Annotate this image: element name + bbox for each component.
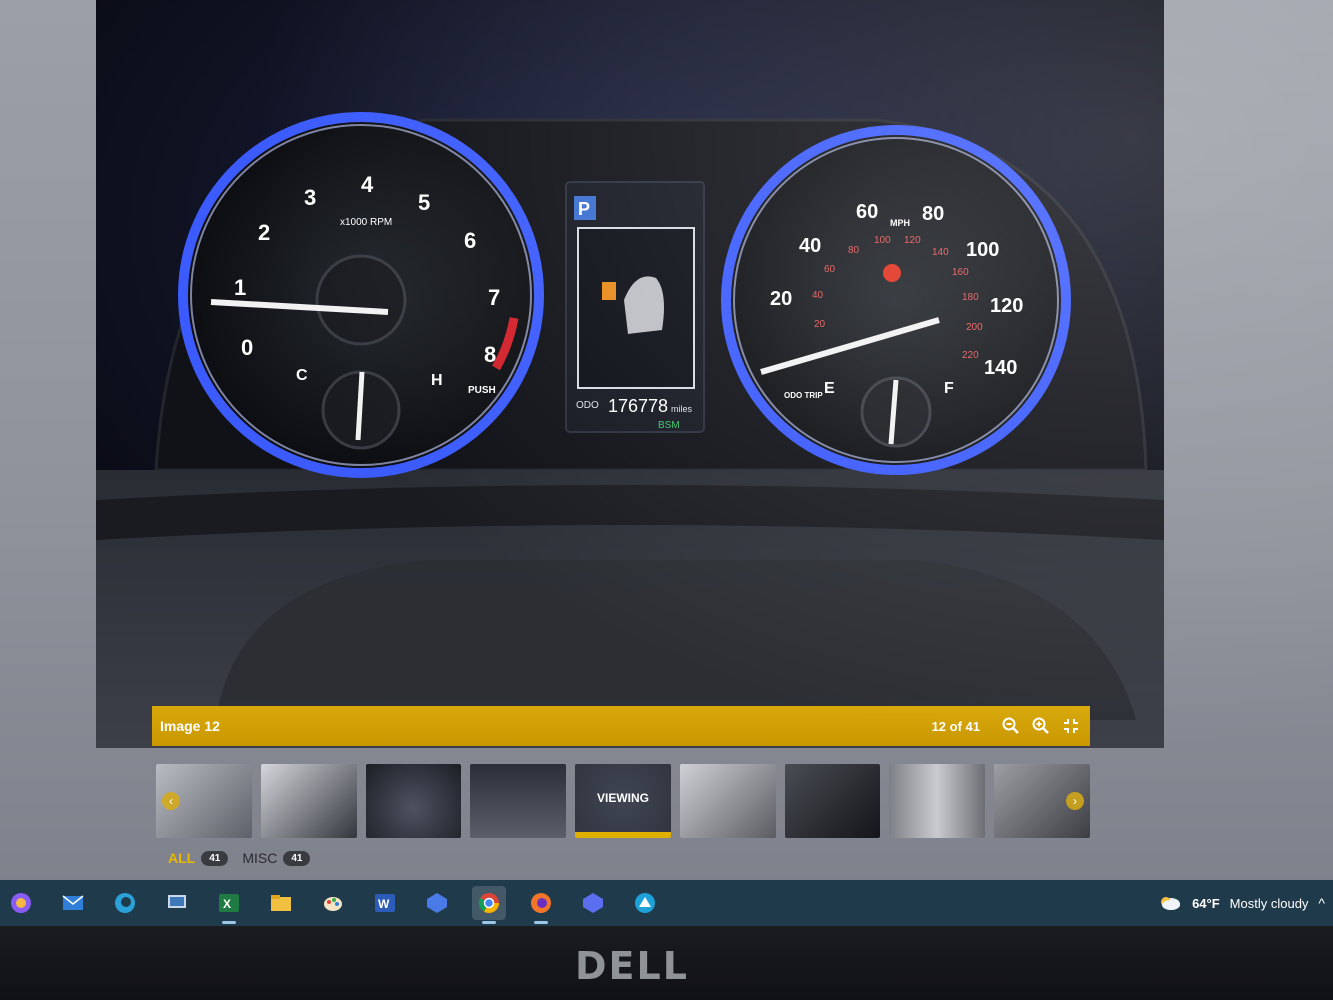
photo-filter-tabs: ALL 41 MISC 41 bbox=[168, 850, 311, 866]
multi-info-display: P ODO 176778 miles BSM bbox=[565, 181, 705, 433]
speed-number-60: 60 bbox=[856, 201, 878, 223]
fuel-empty-label: E bbox=[824, 380, 835, 397]
kmh-number-80: 80 bbox=[848, 245, 860, 256]
collapse-icon[interactable] bbox=[1060, 715, 1082, 737]
speed-number-20: 20 bbox=[770, 288, 792, 310]
speed-number-140: 140 bbox=[984, 357, 1017, 379]
viewing-label: VIEWING bbox=[575, 764, 671, 832]
tach-number-8: 8 bbox=[484, 342, 496, 367]
filter-all[interactable]: ALL 41 bbox=[168, 850, 229, 866]
firefox-icon[interactable] bbox=[524, 886, 558, 924]
odo-label: ODO bbox=[576, 400, 599, 411]
thumbnail-strip: ‹ VIEWING › bbox=[156, 764, 1091, 840]
filter-misc[interactable]: MISC 41 bbox=[242, 850, 311, 866]
excel-icon[interactable]: X bbox=[212, 886, 246, 924]
kmh-number-220: 220 bbox=[962, 350, 979, 361]
monitor-screen: 0 1 2 3 4 5 6 7 8 x1000 RPM C H PUSH P O… bbox=[0, 0, 1333, 930]
thumbnail-seats[interactable] bbox=[784, 764, 881, 838]
tach-number-2: 2 bbox=[258, 220, 270, 245]
filter-misc-count: 41 bbox=[283, 850, 311, 866]
filter-all-count: 41 bbox=[201, 850, 229, 866]
speed-number-100: 100 bbox=[966, 239, 999, 261]
next-arrow-icon[interactable]: › bbox=[1066, 792, 1085, 810]
temp-hot-label: H bbox=[431, 372, 443, 389]
thumbnail-undercarriage[interactable] bbox=[889, 764, 986, 838]
tach-number-6: 6 bbox=[464, 228, 476, 253]
tach-number-0: 0 bbox=[241, 335, 253, 360]
speed-number-120: 120 bbox=[990, 295, 1023, 317]
fuel-full-label: F bbox=[944, 380, 954, 397]
speed-unit-label: MPH bbox=[890, 218, 910, 228]
thumbnail-door-panel[interactable] bbox=[260, 764, 357, 838]
tach-unit-label: x1000 RPM bbox=[340, 217, 392, 228]
thumbnail-rear-seat[interactable] bbox=[679, 764, 776, 838]
gear-indicator: P bbox=[578, 199, 590, 219]
app-icon-2[interactable] bbox=[576, 886, 610, 920]
kmh-number-200: 200 bbox=[966, 322, 983, 333]
app-icon[interactable] bbox=[420, 886, 454, 920]
copilot-icon[interactable] bbox=[4, 886, 38, 920]
thumbnail-instrument-cluster[interactable]: VIEWING bbox=[575, 764, 671, 838]
odo-trip-label: ODO TRIP bbox=[784, 391, 823, 400]
cloud-icon[interactable] bbox=[1158, 893, 1182, 914]
zoom-out-icon[interactable] bbox=[1000, 715, 1022, 737]
kmh-number-40: 40 bbox=[812, 290, 824, 301]
image-title: Image 12 bbox=[160, 718, 220, 734]
tach-number-5: 5 bbox=[418, 190, 430, 215]
tach-number-4: 4 bbox=[361, 172, 374, 197]
paint-icon[interactable] bbox=[316, 886, 350, 920]
filter-all-label: ALL bbox=[168, 850, 196, 866]
temp-cold-label: C bbox=[296, 367, 308, 384]
main-vehicle-photo[interactable]: 0 1 2 3 4 5 6 7 8 x1000 RPM C H PUSH P O… bbox=[96, 0, 1164, 748]
speed-number-80: 80 bbox=[922, 203, 944, 225]
filter-misc-label: MISC bbox=[242, 850, 278, 866]
kmh-number-20: 20 bbox=[814, 319, 826, 330]
svg-text:W: W bbox=[378, 897, 390, 911]
push-label: PUSH bbox=[468, 385, 496, 396]
kmh-number-100: 100 bbox=[874, 235, 891, 246]
file-explorer-icon[interactable] bbox=[264, 886, 298, 920]
windows-taskbar: X W 64°F Mostly cloudy ^ bbox=[0, 880, 1333, 926]
weather-temperature: 64°F bbox=[1192, 895, 1220, 911]
odometer-value: 176778 bbox=[608, 396, 668, 416]
chrome-icon[interactable] bbox=[472, 886, 506, 924]
kmh-number-140: 140 bbox=[932, 247, 949, 258]
kmh-number-160: 160 bbox=[952, 267, 969, 278]
tach-number-3: 3 bbox=[304, 185, 316, 210]
weather-description: Mostly cloudy bbox=[1229, 895, 1309, 911]
thumbnail-engine[interactable]: › bbox=[994, 764, 1091, 838]
kmh-number-60: 60 bbox=[824, 264, 836, 275]
svg-text:X: X bbox=[223, 897, 231, 911]
kmh-number-180: 180 bbox=[962, 292, 979, 303]
remote-desktop-icon[interactable] bbox=[160, 886, 194, 920]
odometer-unit: miles bbox=[671, 404, 693, 414]
thumbnail-dashboard[interactable] bbox=[470, 764, 567, 838]
thumbnail-door-interior[interactable]: ‹ bbox=[156, 764, 252, 838]
system-tray: 64°F Mostly cloudy ^ bbox=[1158, 880, 1325, 926]
mail-icon[interactable] bbox=[56, 886, 90, 920]
thumbnail-steering-wheel[interactable] bbox=[365, 764, 462, 838]
kmh-number-120: 120 bbox=[904, 235, 921, 246]
tach-number-1: 1 bbox=[234, 275, 246, 300]
previous-arrow-icon[interactable]: ‹ bbox=[162, 792, 180, 810]
image-caption-bar: Image 12 12 of 41 bbox=[152, 706, 1090, 746]
zoom-in-icon[interactable] bbox=[1030, 715, 1052, 737]
image-counter: 12 of 41 bbox=[931, 718, 980, 734]
chevron-up-icon[interactable]: ^ bbox=[1318, 895, 1325, 911]
word-icon[interactable]: W bbox=[368, 886, 402, 920]
instrument-cluster-photo: 0 1 2 3 4 5 6 7 8 x1000 RPM C H PUSH P O… bbox=[96, 0, 1164, 748]
app-icon-3[interactable] bbox=[628, 886, 662, 920]
bsm-indicator: BSM bbox=[658, 420, 680, 431]
tach-number-7: 7 bbox=[488, 285, 500, 310]
speed-number-40: 40 bbox=[799, 235, 821, 257]
dell-logo: DELL bbox=[575, 944, 689, 988]
edge-icon[interactable] bbox=[108, 886, 142, 920]
